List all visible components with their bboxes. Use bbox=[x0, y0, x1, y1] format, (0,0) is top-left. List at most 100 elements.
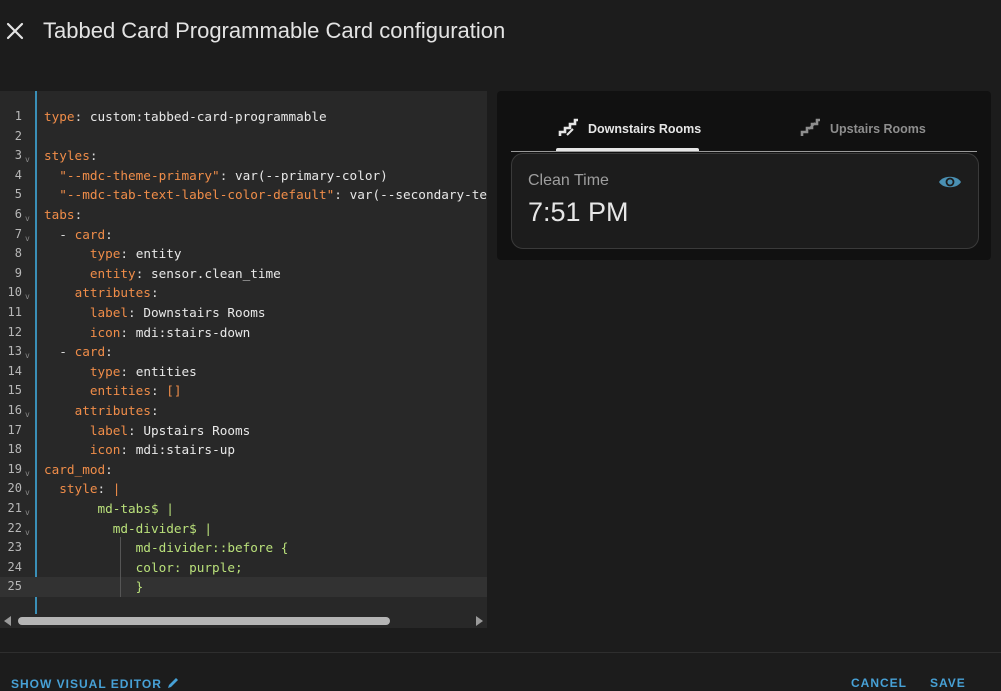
code-token: - bbox=[44, 226, 75, 242]
line-number: 6 bbox=[14, 207, 22, 221]
footer-divider bbox=[0, 652, 1001, 653]
code-token: : bbox=[105, 226, 113, 242]
code-line[interactable]: 7v - card: bbox=[0, 225, 487, 245]
code-token: custom:tabbed-card-programmable bbox=[89, 109, 327, 124]
line-number: 23 bbox=[7, 540, 22, 555]
code-line[interactable]: 2 bbox=[0, 127, 487, 147]
code-text: md-divider::before { bbox=[44, 538, 289, 558]
tab-upstairs-rooms[interactable]: Upstairs Rooms bbox=[800, 109, 926, 149]
line-number: 16 bbox=[7, 403, 22, 417]
code-token: entity bbox=[135, 246, 182, 262]
code-token: "--mdc-theme-primary" bbox=[59, 167, 220, 183]
code-token: : bbox=[128, 305, 144, 320]
pencil-icon bbox=[166, 677, 180, 691]
code-line[interactable]: 25 } bbox=[0, 577, 487, 597]
code-token: styles bbox=[44, 148, 90, 164]
code-line[interactable]: 10 v attributes: bbox=[0, 283, 487, 303]
code-token: [] bbox=[166, 383, 182, 399]
line-number: 22 bbox=[7, 520, 22, 535]
code-line[interactable]: 17 label: Upstairs Rooms bbox=[0, 421, 487, 441]
code-token: card bbox=[74, 344, 106, 360]
code-token: } bbox=[135, 579, 144, 595]
code-token: mdi:stairs-up bbox=[135, 442, 235, 458]
code-token: : bbox=[120, 442, 136, 458]
code-line[interactable]: 19 v card_mod: bbox=[0, 460, 487, 480]
line-number: 8 bbox=[14, 246, 22, 261]
code-line[interactable]: 15 entities: [] bbox=[0, 381, 487, 401]
code-line[interactable]: 22 v md-divider$ | bbox=[0, 519, 487, 539]
dialog-header: Tabbed Card Programmable Card configurat… bbox=[0, 0, 1001, 62]
code-line[interactable]: 12 icon: mdi:stairs-down bbox=[0, 323, 487, 343]
dialog-title: Tabbed Card Programmable Card configurat… bbox=[43, 18, 506, 43]
code-token: type bbox=[89, 363, 121, 379]
code-line[interactable]: 24 color: purple; bbox=[0, 558, 487, 578]
code-line[interactable]: 21 v md-tabs$ | bbox=[0, 499, 487, 519]
line-number: 18 bbox=[7, 442, 22, 457]
close-icon[interactable] bbox=[5, 21, 25, 41]
code-line[interactable]: 14 type: entities bbox=[0, 362, 487, 382]
show-visual-editor-button[interactable]: SHOW VISUAL EDITOR bbox=[11, 676, 180, 691]
line-number: 19 bbox=[7, 461, 22, 476]
code-token: : bbox=[150, 383, 167, 399]
tab-downstairs-rooms[interactable]: Downstairs Rooms bbox=[558, 109, 701, 149]
tab-label: Downstairs Rooms bbox=[588, 122, 702, 136]
code-text: } bbox=[44, 577, 144, 597]
code-text: type: entity bbox=[44, 244, 182, 264]
code-line[interactable]: 20 v style: | bbox=[0, 479, 487, 499]
code-line[interactable]: 8 type: entity bbox=[0, 244, 487, 264]
cancel-button[interactable]: CANCEL bbox=[851, 676, 907, 690]
code-text: label: Downstairs Rooms bbox=[44, 303, 266, 323]
line-number: 11 bbox=[7, 305, 22, 319]
code-token: var(--primary-color) bbox=[234, 167, 388, 183]
code-token: type bbox=[44, 109, 75, 124]
code-line[interactable]: 23 md-divider::before { bbox=[0, 538, 487, 558]
line-number: 14 bbox=[7, 363, 22, 378]
yaml-code-editor[interactable]: 1 type: custom:tabbed-card-programmable 2 3… bbox=[0, 91, 487, 628]
code-line[interactable]: 16 v attributes: bbox=[0, 401, 487, 421]
line-number: 24 bbox=[7, 559, 22, 574]
code-text: attributes: bbox=[44, 283, 159, 303]
code-line[interactable]: 5 "--mdc-tab-text-label-color-default": … bbox=[0, 185, 487, 205]
code-text: - card: bbox=[44, 225, 113, 245]
code-line[interactable]: 13 v - card: bbox=[0, 342, 487, 362]
line-number: 9 bbox=[14, 265, 22, 280]
code-text: attributes: bbox=[44, 401, 159, 421]
code-token: : bbox=[105, 344, 113, 360]
code-line[interactable]: 1 type: custom:tabbed-card-programmable bbox=[0, 107, 487, 127]
horizontal-scrollbar[interactable] bbox=[0, 614, 487, 628]
scrollbar-thumb[interactable] bbox=[18, 617, 390, 625]
code-line[interactable]: 18 icon: mdi:stairs-up bbox=[0, 440, 487, 460]
code-line[interactable]: 6 v tabs: bbox=[0, 205, 487, 225]
code-line[interactable]: 3 v styles: bbox=[0, 146, 487, 166]
code-token: attributes bbox=[74, 403, 151, 418]
code-token: color: purple; bbox=[135, 559, 243, 575]
code-token: | bbox=[112, 481, 121, 497]
code-token: : bbox=[120, 363, 136, 379]
line-number: 3 bbox=[14, 148, 22, 163]
code-text: style: | bbox=[44, 479, 120, 499]
code-line[interactable]: 11 label: Downstairs Rooms bbox=[0, 303, 487, 323]
code-token: - bbox=[44, 344, 75, 360]
entity-card[interactable]: Clean Time 7:51 PM bbox=[511, 153, 979, 249]
line-number: 17 bbox=[7, 422, 22, 437]
code-token: : bbox=[135, 265, 151, 281]
code-token: md-divider$ | bbox=[112, 520, 213, 536]
entity-name: Clean Time bbox=[528, 172, 609, 189]
scroll-left-arrow[interactable] bbox=[4, 616, 11, 626]
code-token: : bbox=[150, 285, 159, 301]
code-line[interactable]: 4 "--mdc-theme-primary": var(--primary-c… bbox=[0, 166, 487, 186]
code-token: type bbox=[89, 246, 121, 262]
scroll-right-arrow[interactable] bbox=[476, 616, 483, 626]
code-token: : bbox=[105, 461, 113, 477]
code-text: styles: bbox=[44, 146, 97, 166]
eye-icon bbox=[938, 172, 962, 192]
code-line[interactable]: 9 entity: sensor.clean_time bbox=[0, 264, 487, 284]
code-token: var(--secondary-text-color) bbox=[349, 187, 487, 203]
save-button[interactable]: SAVE bbox=[930, 676, 966, 690]
